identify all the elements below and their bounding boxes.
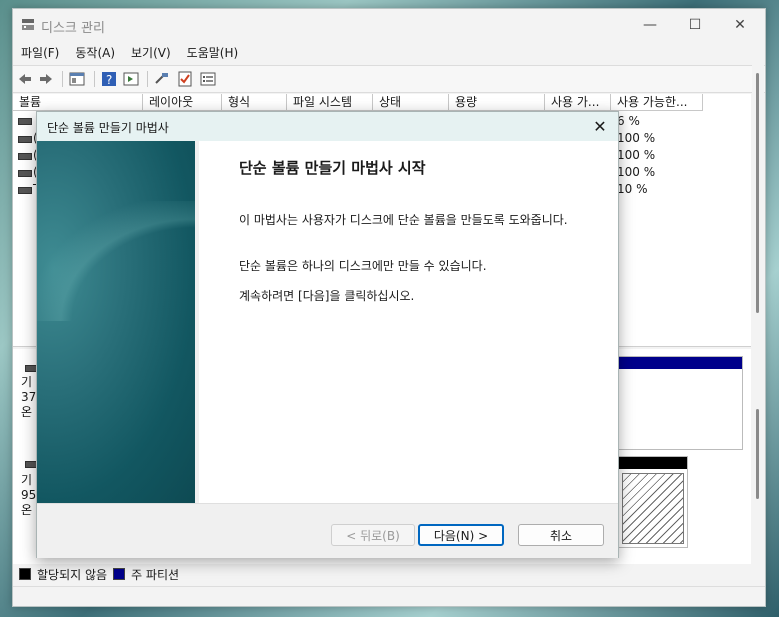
horizontal-scrollbar[interactable]: [13, 586, 765, 606]
legend-primary-partition: 주 파티션: [131, 567, 180, 582]
disk-management-icon: [22, 19, 34, 30]
menu-view[interactable]: 보기(V): [123, 41, 179, 63]
disk-1-size: 95: [21, 488, 37, 502]
column-header-capacity[interactable]: 용량: [449, 94, 545, 111]
back-button[interactable]: < 뒤로(B): [331, 524, 415, 546]
back-arrow-icon[interactable]: [17, 71, 33, 87]
menu-action[interactable]: 동작(A): [67, 41, 123, 63]
wizard-button-row: < 뒤로(B) 다음(N) > 취소: [37, 503, 618, 558]
column-header-layout[interactable]: 레이아웃: [143, 94, 222, 111]
table-row-free-pct: 10 %: [617, 182, 648, 196]
legend-unallocated: 할당되지 않음: [37, 567, 108, 582]
primary-partition-swatch: [113, 568, 126, 580]
new-simple-volume-wizard: 단순 볼륨 만들기 마법사 ✕ 단순 볼륨 만들기 마법사 시작 이 마법사는 …: [36, 111, 619, 558]
primary-partition-block[interactable]: [618, 356, 743, 450]
wizard-continue-note: 계속하려면 [다음]을 클릭하십시오.: [239, 289, 415, 303]
menu-file[interactable]: 파일(F): [13, 41, 67, 63]
disk-1-status: 온: [21, 503, 33, 517]
table-row-free-pct: 6 %: [617, 114, 640, 128]
column-header-free[interactable]: 사용 가...: [545, 94, 611, 111]
unallocated-bar: [619, 457, 687, 469]
wizard-title-bar: 단순 볼륨 만들기 마법사 ✕: [37, 112, 618, 141]
banner-decoration: [37, 201, 195, 321]
wizard-description: 이 마법사는 사용자가 디스크에 단순 볼륨을 만들도록 도와줍니다.: [239, 213, 568, 227]
drive-icon: [18, 187, 32, 194]
wizard-content: 단순 볼륨 만들기 마법사 시작 이 마법사는 사용자가 디스크에 단순 볼륨을…: [199, 141, 618, 503]
wizard-close-icon[interactable]: ✕: [588, 115, 612, 137]
scrollbar-thumb[interactable]: [756, 409, 759, 499]
maximize-button[interactable]: ☐: [675, 13, 715, 37]
column-header-status[interactable]: 상태: [373, 94, 449, 111]
column-header-free-pct[interactable]: 사용 가능한...: [611, 94, 703, 111]
table-row-free-pct: 100 %: [617, 148, 656, 162]
menu-help[interactable]: 도움말(H): [179, 41, 247, 63]
table-row-free-pct: 100 %: [617, 131, 656, 145]
toolbar: ?: [13, 65, 765, 93]
forward-arrow-icon[interactable]: [38, 71, 54, 87]
drive-icon: [18, 136, 32, 143]
primary-partition-bar: [619, 357, 742, 369]
drive-icon: [18, 118, 32, 125]
toolbar-separator: [62, 71, 63, 87]
menu-bar: 파일(F) 동작(A) 보기(V) 도움말(H): [13, 41, 765, 63]
table-row-free-pct: 100 %: [617, 165, 656, 179]
disk-1-info[interactable]: 기 95 온: [21, 473, 36, 518]
connect-icon[interactable]: [154, 71, 170, 87]
title-bar: 디스크 관리 — ☐ ✕: [13, 9, 765, 41]
help-icon[interactable]: ?: [101, 71, 117, 87]
list-view-icon[interactable]: [200, 71, 216, 87]
unallocated-hatch: [622, 473, 684, 544]
disk-0-size: 37: [21, 390, 37, 404]
unallocated-block[interactable]: [618, 456, 688, 548]
next-button[interactable]: 다음(N) >: [418, 524, 504, 546]
disk-view-scrollbar[interactable]: [752, 349, 764, 564]
close-button[interactable]: ✕: [720, 13, 760, 37]
svg-text:?: ?: [106, 73, 112, 87]
toolbar-separator: [147, 71, 148, 87]
wizard-heading: 단순 볼륨 만들기 마법사 시작: [239, 159, 426, 177]
unallocated-swatch: [19, 568, 31, 580]
legend: 할당되지 않음 주 파티션: [13, 564, 765, 584]
disk-0-status: 온: [21, 405, 33, 419]
toolbar-separator: [94, 71, 95, 87]
column-header-filesystem[interactable]: 파일 시스템: [287, 94, 373, 111]
column-header-volume[interactable]: 볼륨: [13, 94, 143, 111]
window-title: 디스크 관리: [41, 21, 105, 36]
disk-0-type: 기: [21, 375, 33, 389]
scrollbar-thumb[interactable]: [756, 73, 759, 313]
minimize-button[interactable]: —: [630, 13, 670, 37]
volume-list-scrollbar[interactable]: [752, 63, 764, 346]
disk-1-type: 기: [21, 473, 33, 487]
wizard-side-banner: [37, 141, 195, 503]
wizard-single-disk-note: 단순 볼륨은 하나의 디스크에만 만들 수 있습니다.: [239, 259, 487, 273]
disk-0-info[interactable]: 기 37 온: [21, 375, 36, 420]
properties-icon[interactable]: [69, 71, 85, 87]
checklist-icon[interactable]: [177, 71, 193, 87]
column-header-type[interactable]: 형식: [222, 94, 287, 111]
drive-icon: [18, 170, 32, 177]
show-hide-icon[interactable]: [123, 71, 139, 87]
cancel-button[interactable]: 취소: [518, 524, 604, 546]
wizard-title: 단순 볼륨 만들기 마법사: [47, 121, 169, 135]
drive-icon: [18, 153, 32, 160]
